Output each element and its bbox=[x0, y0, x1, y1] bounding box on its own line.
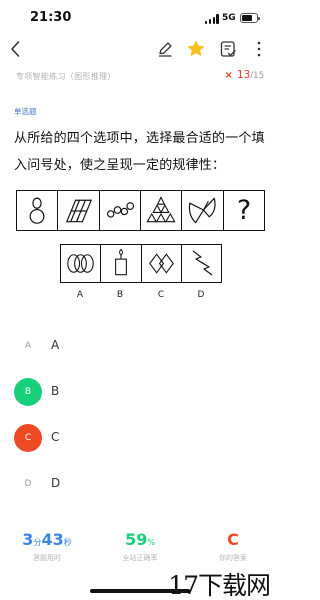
parallelogram-lines-shape bbox=[58, 191, 100, 230]
meta-row: 专项智能练习（图形推理） × 13/15 bbox=[0, 66, 280, 88]
option-letter-c: C bbox=[157, 290, 165, 300]
choice-d[interactable]: D D bbox=[14, 470, 264, 498]
choice-a[interactable]: A A bbox=[14, 332, 264, 360]
stat-accuracy-value: 59% bbox=[125, 530, 155, 549]
choice-a-badge: A bbox=[24, 341, 32, 351]
overlapping-ovals-shape bbox=[61, 245, 101, 282]
battery-icon bbox=[240, 13, 260, 23]
edit-icon[interactable] bbox=[155, 39, 175, 59]
stat-accuracy-label: 全站正确率 bbox=[122, 554, 158, 562]
question-mark-cell: ? bbox=[224, 191, 264, 230]
question-text-line-2: 入问号处，使之呈现一定的规律性： bbox=[14, 158, 226, 173]
stat-time: 3分43秒 答题用时 bbox=[4, 530, 90, 563]
stat-your-answer-value: C bbox=[227, 530, 239, 549]
choice-c-label: C bbox=[51, 430, 60, 444]
choice-b-badge-correct: B bbox=[14, 378, 42, 406]
choice-c-badge-wrong: C bbox=[14, 424, 42, 452]
choice-b[interactable]: B B bbox=[14, 378, 264, 406]
status-bar: 21:30 5G bbox=[0, 0, 280, 34]
watermark: 17下载网 bbox=[168, 571, 271, 600]
question-mark: ? bbox=[236, 195, 252, 226]
answer-card-icon[interactable] bbox=[218, 39, 238, 59]
question-text-line-1: 从所给的四个选项中，选择最合适的一个填 bbox=[14, 131, 265, 146]
figure-8-shape bbox=[17, 191, 58, 230]
stat-time-label: 答题用时 bbox=[33, 554, 61, 562]
close-mark: × bbox=[224, 70, 233, 81]
stat-accuracy: 59% 全站正确率 bbox=[97, 530, 183, 563]
choice-b-label: B bbox=[51, 384, 60, 398]
triangles-shape bbox=[141, 191, 182, 230]
candle-shape bbox=[101, 245, 142, 282]
question-type-tag: 单选题 bbox=[14, 107, 37, 116]
choice-a-label: A bbox=[51, 338, 60, 352]
option-figures bbox=[60, 244, 222, 283]
question-progress[interactable]: × 13/15 bbox=[225, 69, 264, 81]
choice-c[interactable]: C C bbox=[14, 424, 264, 452]
stat-your-answer-label: 你的答案 bbox=[219, 554, 247, 562]
share-icon[interactable] bbox=[249, 39, 269, 59]
fan-shape bbox=[182, 191, 224, 230]
category-label: 专项智能练习（图形推理） bbox=[16, 72, 116, 81]
lightning-shape bbox=[182, 245, 221, 282]
signal-icon bbox=[205, 14, 219, 24]
option-letter-d: D bbox=[197, 290, 205, 300]
status-time: 21:30 bbox=[30, 10, 72, 25]
option-letter-a: A bbox=[76, 290, 84, 300]
progress-total: 15 bbox=[253, 71, 264, 81]
stat-your-answer: C 你的答案 bbox=[190, 530, 276, 563]
option-letter-b: B bbox=[116, 290, 124, 300]
star-icon[interactable] bbox=[186, 39, 206, 59]
stat-time-value: 3分43秒 bbox=[22, 530, 72, 549]
back-icon[interactable] bbox=[6, 39, 26, 59]
nav-bar bbox=[0, 34, 280, 64]
progress-current: 13 bbox=[236, 69, 251, 81]
diamonds-shape bbox=[142, 245, 182, 282]
home-indicator bbox=[90, 589, 190, 593]
chain-circles-shape bbox=[100, 191, 141, 230]
stem-figures: ? bbox=[16, 190, 265, 231]
network-type: 5G bbox=[222, 13, 236, 23]
choice-d-badge: D bbox=[24, 479, 32, 489]
choice-d-label: D bbox=[51, 476, 61, 490]
